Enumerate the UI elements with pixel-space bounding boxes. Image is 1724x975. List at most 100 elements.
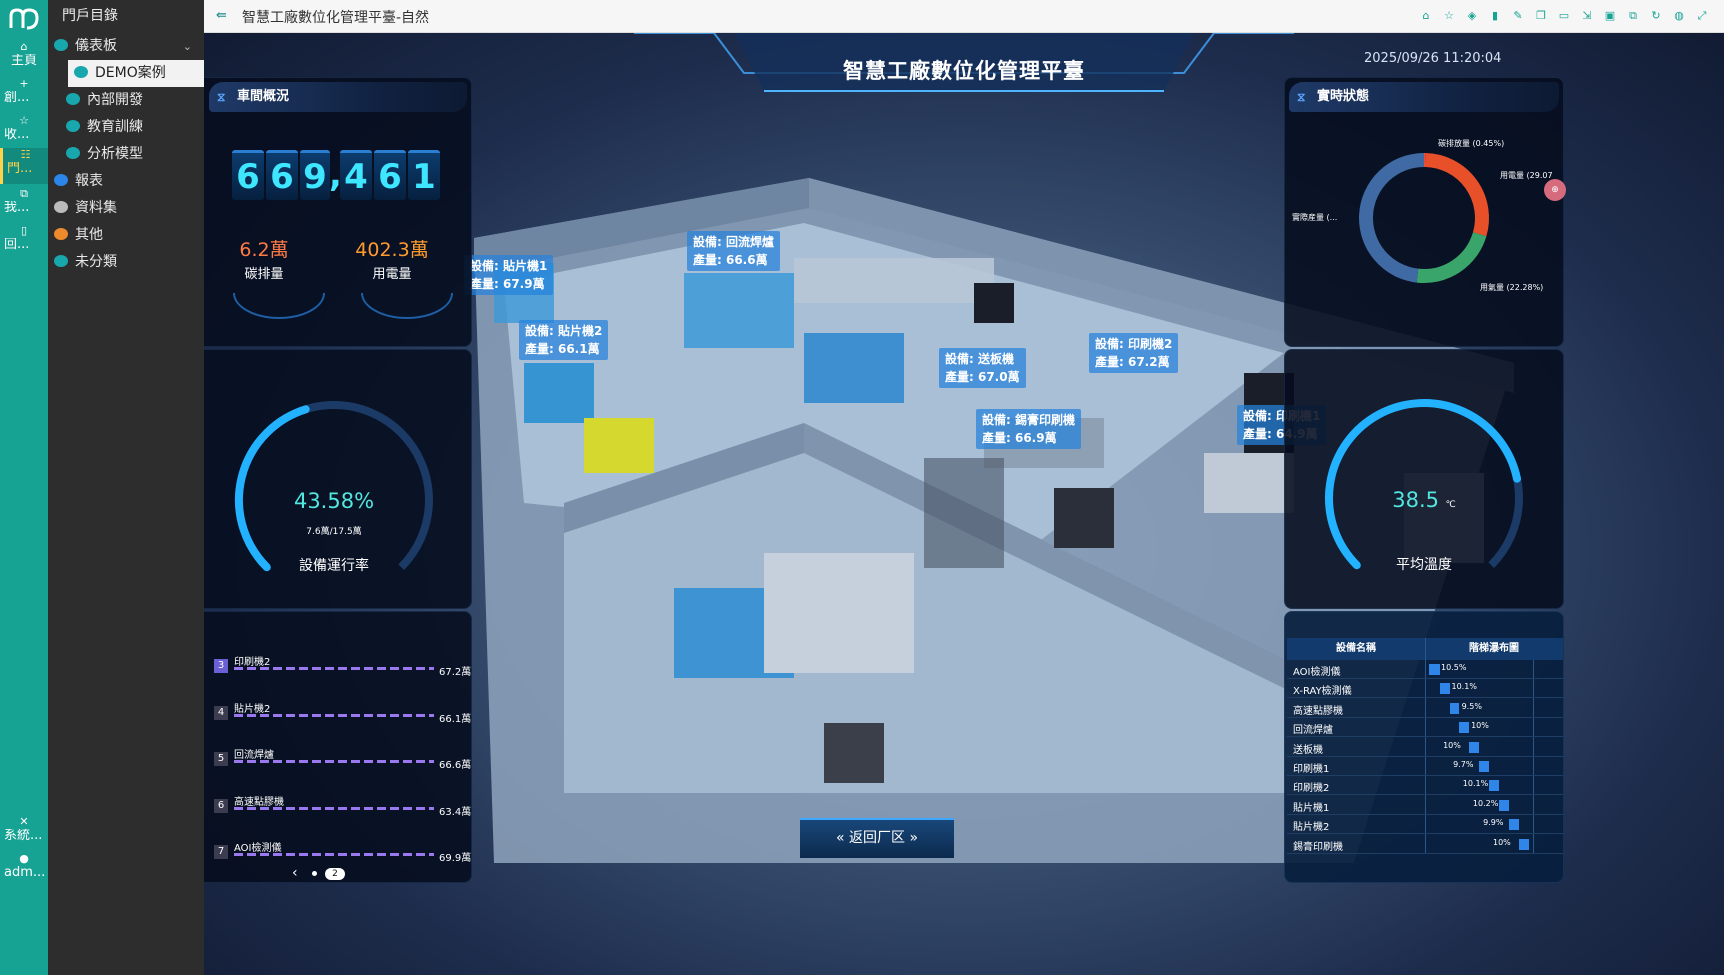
folder-icon [54, 228, 68, 240]
filter-icon: ⧖ [217, 90, 226, 104]
pager-prev-icon[interactable]: ‹ [292, 865, 298, 881]
temperature-value: 38.5 ℃ [1392, 488, 1456, 512]
monitor-icon[interactable]: ▭ [1556, 9, 1572, 23]
device-label[interactable]: 設備: 送板機 產量: 67.0萬 [939, 348, 1026, 388]
waterfall-bar[interactable] [1429, 664, 1440, 675]
device-label[interactable]: 設備: 印刷機2 產量: 67.2萬 [1089, 333, 1179, 373]
waterfall-label: 10% [1493, 837, 1511, 847]
donut-slice[interactable] [1359, 153, 1425, 283]
rail-favorites[interactable]: ☆ 收... [0, 114, 48, 142]
sidebar-item-datasets[interactable]: 資料集 [48, 195, 204, 222]
waterfall-bar[interactable] [1498, 799, 1510, 811]
waterfall-label: 10.1% [1451, 682, 1477, 692]
sidebar-item-demo[interactable]: DEMO案例 [68, 60, 204, 87]
table-row: 印刷機2 10.1% [1287, 776, 1563, 796]
collapse-icon[interactable]: ⇚ [216, 8, 227, 23]
export-icon[interactable]: ⇲ [1579, 9, 1595, 23]
rail-user[interactable]: ● adm... [0, 852, 48, 880]
counter-digit: 6 [374, 150, 406, 200]
folder-icon [54, 201, 68, 213]
folder-icon [66, 93, 80, 105]
chevron-down-icon: ⌄ [182, 40, 192, 53]
globe-icon[interactable]: ◍ [1671, 9, 1687, 23]
donut-slice[interactable] [1416, 232, 1487, 283]
table-cell-name: 回流焊爐 [1293, 725, 1333, 737]
sidebar-title: 門戶目錄 [62, 8, 118, 24]
waterfall-bar[interactable] [1449, 702, 1460, 714]
sidebar-item-dev[interactable]: 內部開發 [48, 87, 204, 114]
table-row: 高速點膠機 9.5% [1287, 699, 1563, 718]
waterfall-bar[interactable] [1439, 683, 1450, 695]
refresh-icon[interactable]: ↻ [1648, 9, 1664, 23]
rank-row: 6 高速點膠機 63.4萬 [214, 793, 474, 818]
rank-row: 3 印刷機2 67.2萬 [214, 653, 474, 678]
fullscreen-icon[interactable]: ⤢ [1694, 9, 1710, 23]
table-row: AOI檢測儀 10.5% [1287, 660, 1563, 679]
device-label[interactable]: 設備: 錫膏印刷機 產量: 66.9萬 [976, 409, 1081, 449]
image-icon[interactable]: ▣ [1602, 9, 1618, 23]
app-logo [9, 8, 39, 30]
realtime-donut[interactable] [1284, 123, 1564, 343]
sidebar-item-dashboard[interactable]: 儀表板 ⌄ [48, 33, 204, 60]
counter-digit: 9 [300, 150, 330, 200]
waterfall-label: 10.1% [1462, 779, 1489, 789]
table-row: 印刷機1 9.7% [1287, 757, 1563, 776]
sidebar-item-uncategorized[interactable]: 未分類 [48, 249, 204, 276]
topbar: ⇚ 智慧工廠數位化管理平臺-自然 ⌂ ☆ ◈ ▮ ✎ ❐ ▭ ⇲ ▣ ⧉ ↻ ◍… [204, 0, 1724, 33]
table-cell-name: 印刷機1 [1293, 764, 1330, 775]
rail-portal[interactable]: ☷ 門... [0, 148, 48, 184]
toolbar-icons: ⌂ ☆ ◈ ▮ ✎ ❐ ▭ ⇲ ▣ ⧉ ↻ ◍ ⤢ [1418, 9, 1710, 23]
back-to-plant-button[interactable]: « 返回厂区 » [800, 818, 954, 858]
pager-dot[interactable] [312, 871, 317, 876]
device-label[interactable]: 設備: 貼片機2 產量: 66.1萬 [519, 320, 609, 360]
table-cell-name: 印刷機2 [1293, 783, 1330, 795]
copy-icon[interactable]: ❐ [1533, 9, 1549, 23]
waterfall-bar[interactable] [1459, 722, 1470, 734]
sidebar-item-other[interactable]: 其他 [48, 222, 204, 249]
counter-digit: 4 [340, 150, 372, 200]
device-label[interactable]: 設備: 回流焊爐 產量: 66.6萬 [687, 231, 780, 271]
rail-shared[interactable]: ⧉ 我... [0, 187, 48, 215]
waterfall-bar[interactable] [1488, 780, 1499, 792]
sidebar-item-training[interactable]: 教育訓練 [48, 114, 204, 141]
folder-icon [54, 39, 68, 51]
folder-icon [74, 66, 88, 78]
duplicate-icon[interactable]: ⧉ [1625, 9, 1641, 23]
header: 智慧工廠數位化管理平臺 [704, 33, 1224, 95]
waterfall-bar[interactable] [1519, 838, 1529, 850]
sidebar-item-models[interactable]: 分析模型 [48, 141, 204, 168]
edit-icon[interactable]: ✎ [1510, 9, 1526, 23]
table-cell-name: AOI檢測儀 [1293, 667, 1341, 678]
table-row: 貼片機1 10.2% [1287, 796, 1563, 815]
tag-icon[interactable]: ◈ [1464, 9, 1480, 23]
table-cell-name: 貼片機1 [1293, 802, 1330, 814]
waterfall-label: 9.5% [1461, 701, 1482, 711]
waterfall-bar[interactable] [1469, 741, 1480, 753]
rail-recycle[interactable]: ▯ 回... [0, 224, 48, 252]
counter-digit: 1 [408, 150, 440, 200]
rank-row: 5 回流焊爐 66.6萬 [214, 746, 474, 771]
plus-icon: + [19, 77, 29, 90]
device-label[interactable]: 設備: 貼片機1 產量: 67.9萬 [464, 255, 554, 295]
waterfall-bar[interactable] [1509, 819, 1519, 831]
rail-system[interactable]: ✕ 系統... [0, 815, 48, 843]
carbon-value: 6.2萬 [239, 239, 289, 261]
sidebar-item-reports[interactable]: 報表 [48, 168, 204, 195]
delete-icon[interactable]: ▮ [1487, 9, 1503, 23]
translate-badge-icon[interactable]: ⊕ [1544, 179, 1566, 201]
tree-icon: ☷ [20, 148, 31, 161]
star-icon[interactable]: ☆ [1441, 9, 1457, 23]
tools-icon: ✕ [19, 815, 29, 828]
table-row: 貼片機2 9.9% [1287, 815, 1563, 835]
table-cell-name: X-RAY檢測儀 [1293, 686, 1352, 698]
waterfall-bar[interactable] [1479, 761, 1489, 772]
slice-label: 用氣量 (22.28%) [1480, 283, 1544, 292]
donut-slice[interactable] [1425, 153, 1489, 237]
rail-home[interactable]: ⌂ 主頁 [0, 40, 48, 68]
power-value: 402.3萬 [355, 239, 429, 261]
pager-current[interactable]: 2 [325, 868, 345, 880]
home-icon[interactable]: ⌂ [1418, 9, 1434, 23]
rail-create[interactable]: + 創... [0, 77, 48, 105]
rank-row: 4 貼片機2 66.1萬 [214, 700, 474, 725]
slice-label: 碳排放量 (0.45%) [1438, 139, 1505, 148]
